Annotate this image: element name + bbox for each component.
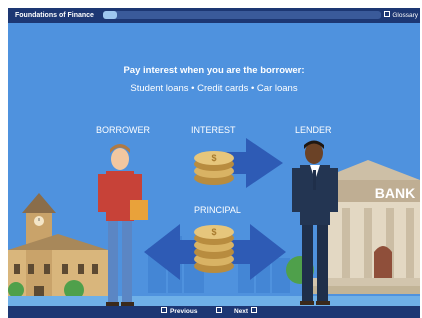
next-button[interactable]: Next [234,307,260,317]
borrower-label: BORROWER [96,125,150,135]
ground [8,296,420,306]
illustration: BANK $ $ [8,138,420,306]
menu-button[interactable] [213,307,225,317]
interest-coin-stack: $ [194,151,234,185]
interest-label: INTEREST [191,125,236,135]
slide-headline: Pay interest when you are the borrower: [123,65,305,76]
dollar-sign-icon: $ [211,227,216,237]
bank-sign: BANK [375,185,415,201]
previous-icon [161,307,167,313]
next-icon [251,307,258,313]
previous-label: Previous [170,308,198,315]
principal-coin-stack: $ [194,225,234,273]
loan-examples: Student loans • Credit cards • Car loans [130,83,298,94]
menu-icon [216,307,222,313]
university-building [8,193,108,305]
previous-button[interactable]: Previous [158,307,197,317]
course-player: Foundations of Finance Glossary BANK $ $… [8,8,420,318]
bottom-nav-bar: Previous Next [8,306,420,318]
principal-label: PRINCIPAL [194,205,241,215]
next-label: Next [234,308,249,315]
dollar-sign-icon: $ [211,153,216,163]
lender-label: LENDER [295,125,332,135]
